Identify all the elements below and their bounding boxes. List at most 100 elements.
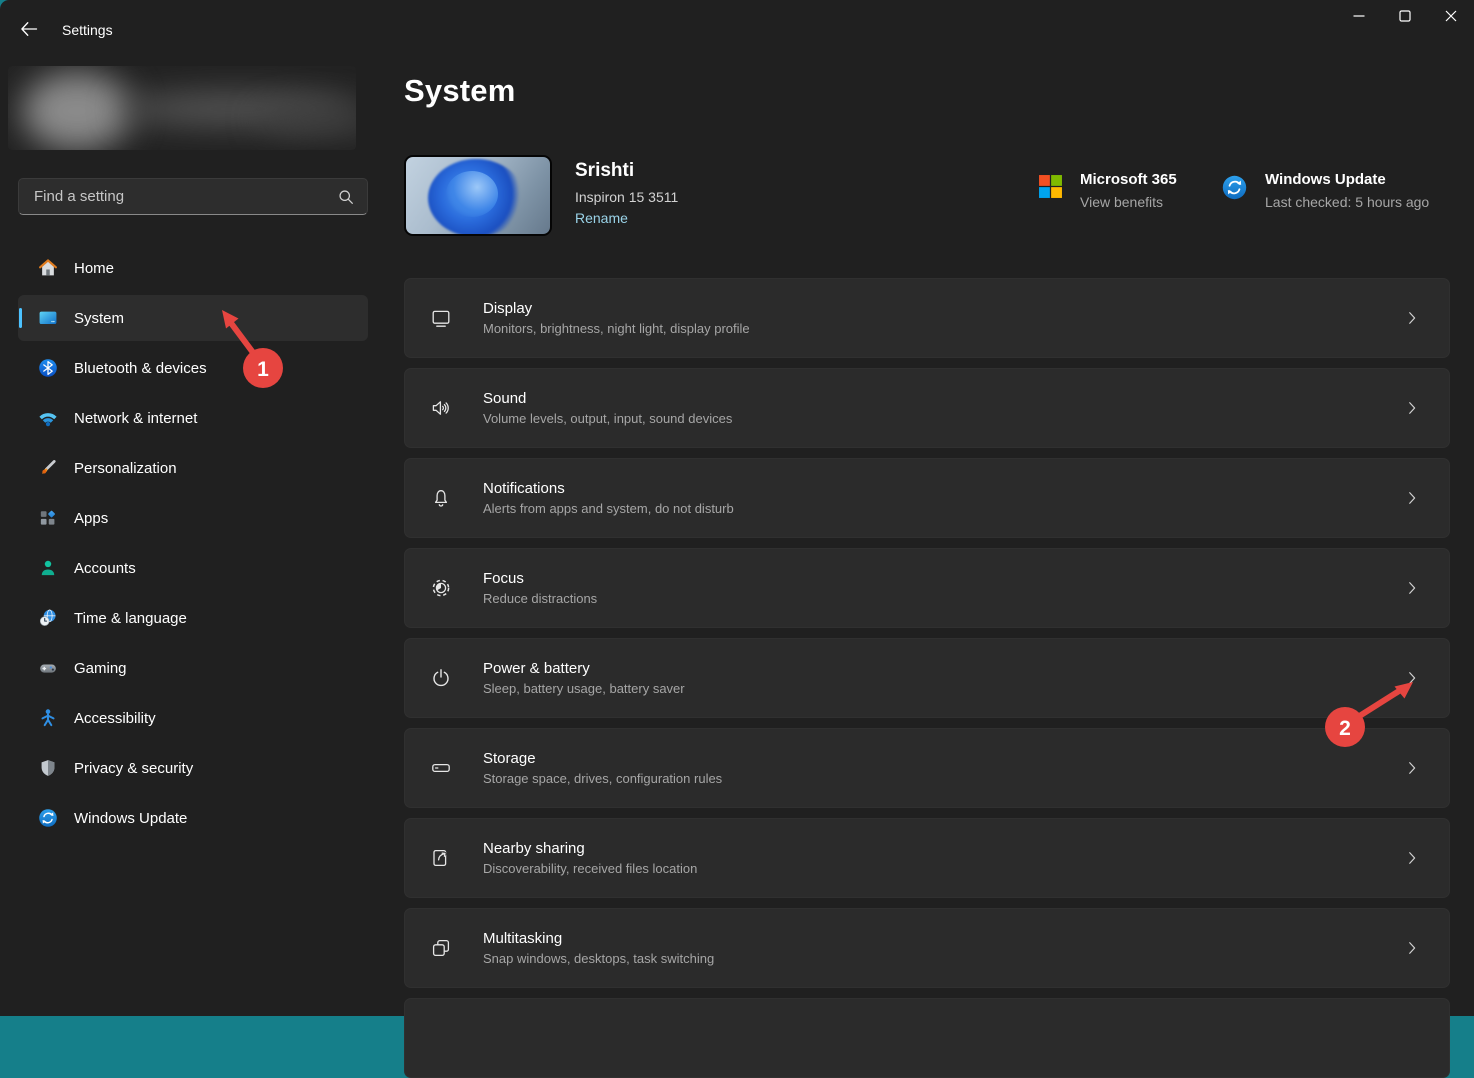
card-subtitle: Reduce distractions — [483, 591, 597, 606]
power-icon — [429, 665, 453, 691]
nearby-sharing-icon — [429, 845, 453, 871]
sidebar-item-personalization[interactable]: Personalization — [18, 445, 368, 491]
main-content: System Srishti Inspiron 15 3511 Rename — [404, 56, 1474, 1016]
device-name: Srishti — [575, 160, 678, 182]
card-subtitle: Alerts from apps and system, do not dist… — [483, 501, 734, 516]
close-button[interactable] — [1428, 0, 1474, 36]
settings-card-sound[interactable]: Sound Volume levels, output, input, soun… — [404, 368, 1450, 448]
accessibility-icon — [36, 706, 60, 730]
chevron-right-icon — [1403, 399, 1421, 417]
card-subtitle: Sleep, battery usage, battery saver — [483, 681, 685, 696]
search-box — [18, 178, 368, 215]
sidebar-item-gaming[interactable]: Gaming — [18, 645, 368, 691]
sidebar-item-label: Apps — [74, 510, 108, 527]
sidebar-item-label: Accessibility — [74, 710, 156, 727]
sidebar-item-bluetooth-devices[interactable]: Bluetooth & devices — [18, 345, 368, 391]
chevron-right-icon — [1403, 939, 1421, 957]
chevron-right-icon — [1403, 759, 1421, 777]
settings-window: Settings — [0, 0, 1474, 1016]
windows-update-subtitle: Last checked: 5 hours ago — [1265, 194, 1429, 210]
sidebar-item-privacy-security[interactable]: Privacy & security — [18, 745, 368, 791]
personalization-icon — [36, 456, 60, 480]
gaming-icon — [36, 656, 60, 680]
microsoft-365-subtitle[interactable]: View benefits — [1080, 194, 1177, 210]
settings-card-partial[interactable] — [404, 998, 1450, 1078]
blurred-email — [258, 106, 356, 134]
card-title: Sound — [483, 390, 732, 407]
network-icon — [36, 406, 60, 430]
settings-card-list: Display Monitors, brightness, night ligh… — [404, 278, 1450, 1078]
sidebar: Home System — [0, 56, 390, 1016]
bloom-highlight — [446, 171, 498, 217]
close-icon — [1445, 9, 1457, 27]
sidebar-item-label: Gaming — [74, 660, 127, 677]
windows-update-block[interactable]: Windows Update Last checked: 5 hours ago — [1221, 171, 1429, 210]
sidebar-item-system[interactable]: System — [18, 295, 368, 341]
window-title: Settings — [62, 22, 113, 38]
sidebar-item-accounts[interactable]: Accounts — [18, 545, 368, 591]
windows-update-status-icon — [1221, 174, 1248, 206]
microsoft-365-block[interactable]: Microsoft 365 View benefits — [1038, 171, 1177, 210]
sidebar-item-label: System — [74, 310, 124, 327]
page-title: System — [404, 73, 1474, 109]
settings-card-multitasking[interactable]: Multitasking Snap windows, desktops, tas… — [404, 908, 1450, 988]
chevron-right-icon — [1403, 489, 1421, 507]
system-icon — [36, 306, 60, 330]
windows-update-title: Windows Update — [1265, 171, 1429, 188]
sidebar-item-label: Privacy & security — [74, 760, 193, 777]
sidebar-item-network-internet[interactable]: Network & internet — [18, 395, 368, 441]
titlebar: Settings — [0, 0, 1474, 56]
window-controls — [1336, 0, 1474, 36]
sound-icon — [429, 395, 453, 421]
card-subtitle: Discoverability, received files location — [483, 861, 697, 876]
settings-card-storage[interactable]: Storage Storage space, drives, configura… — [404, 728, 1450, 808]
maximize-button[interactable] — [1382, 0, 1428, 36]
settings-card-focus[interactable]: Focus Reduce distractions — [404, 548, 1450, 628]
back-button[interactable] — [14, 16, 44, 46]
focus-icon — [429, 575, 453, 601]
user-profile-blurred[interactable] — [8, 66, 356, 150]
device-info: Srishti Inspiron 15 3511 Rename — [575, 160, 678, 228]
bluetooth-icon — [36, 356, 60, 380]
card-title: Display — [483, 300, 750, 317]
card-subtitle: Storage space, drives, configuration rul… — [483, 771, 722, 786]
sidebar-item-label: Bluetooth & devices — [74, 360, 207, 377]
settings-card-power-battery[interactable]: Power & battery Sleep, battery usage, ba… — [404, 638, 1450, 718]
storage-drive-icon — [429, 755, 453, 781]
search-icon — [337, 188, 355, 211]
accounts-icon — [36, 556, 60, 580]
device-header: Srishti Inspiron 15 3511 Rename Microsof… — [404, 155, 1450, 237]
minimize-button[interactable] — [1336, 0, 1382, 36]
card-title: Storage — [483, 750, 722, 767]
sidebar-item-label: Accounts — [74, 560, 136, 577]
privacy-shield-icon — [36, 756, 60, 780]
sidebar-item-apps[interactable]: Apps — [18, 495, 368, 541]
multitasking-windows-icon — [429, 935, 453, 961]
sidebar-item-label: Windows Update — [74, 810, 187, 827]
device-model: Inspiron 15 3511 — [575, 189, 678, 205]
settings-card-display[interactable]: Display Monitors, brightness, night ligh… — [404, 278, 1450, 358]
sidebar-item-windows-update[interactable]: Windows Update — [18, 795, 368, 841]
sidebar-item-accessibility[interactable]: Accessibility — [18, 695, 368, 741]
sidebar-item-time-language[interactable]: Time & language — [18, 595, 368, 641]
settings-card-nearby-sharing[interactable]: Nearby sharing Discoverability, received… — [404, 818, 1450, 898]
device-wallpaper-thumbnail — [404, 155, 552, 236]
microsoft-365-title: Microsoft 365 — [1080, 171, 1177, 188]
card-subtitle: Monitors, brightness, night light, displ… — [483, 321, 750, 336]
settings-card-notifications[interactable]: Notifications Alerts from apps and syste… — [404, 458, 1450, 538]
card-subtitle: Snap windows, desktops, task switching — [483, 951, 714, 966]
rename-link[interactable]: Rename — [575, 210, 628, 226]
sidebar-item-label: Personalization — [74, 460, 177, 477]
notifications-bell-icon — [429, 485, 453, 511]
search-input[interactable] — [19, 179, 367, 214]
card-title: Multitasking — [483, 930, 714, 947]
card-title: Focus — [483, 570, 597, 587]
selection-pill — [19, 308, 22, 328]
chevron-right-icon — [1403, 849, 1421, 867]
back-arrow-icon — [19, 19, 39, 44]
chevron-right-icon — [1403, 669, 1421, 687]
sidebar-item-home[interactable]: Home — [18, 245, 368, 291]
chevron-right-icon — [1403, 309, 1421, 327]
maximize-icon — [1399, 9, 1411, 27]
display-icon — [429, 305, 453, 331]
